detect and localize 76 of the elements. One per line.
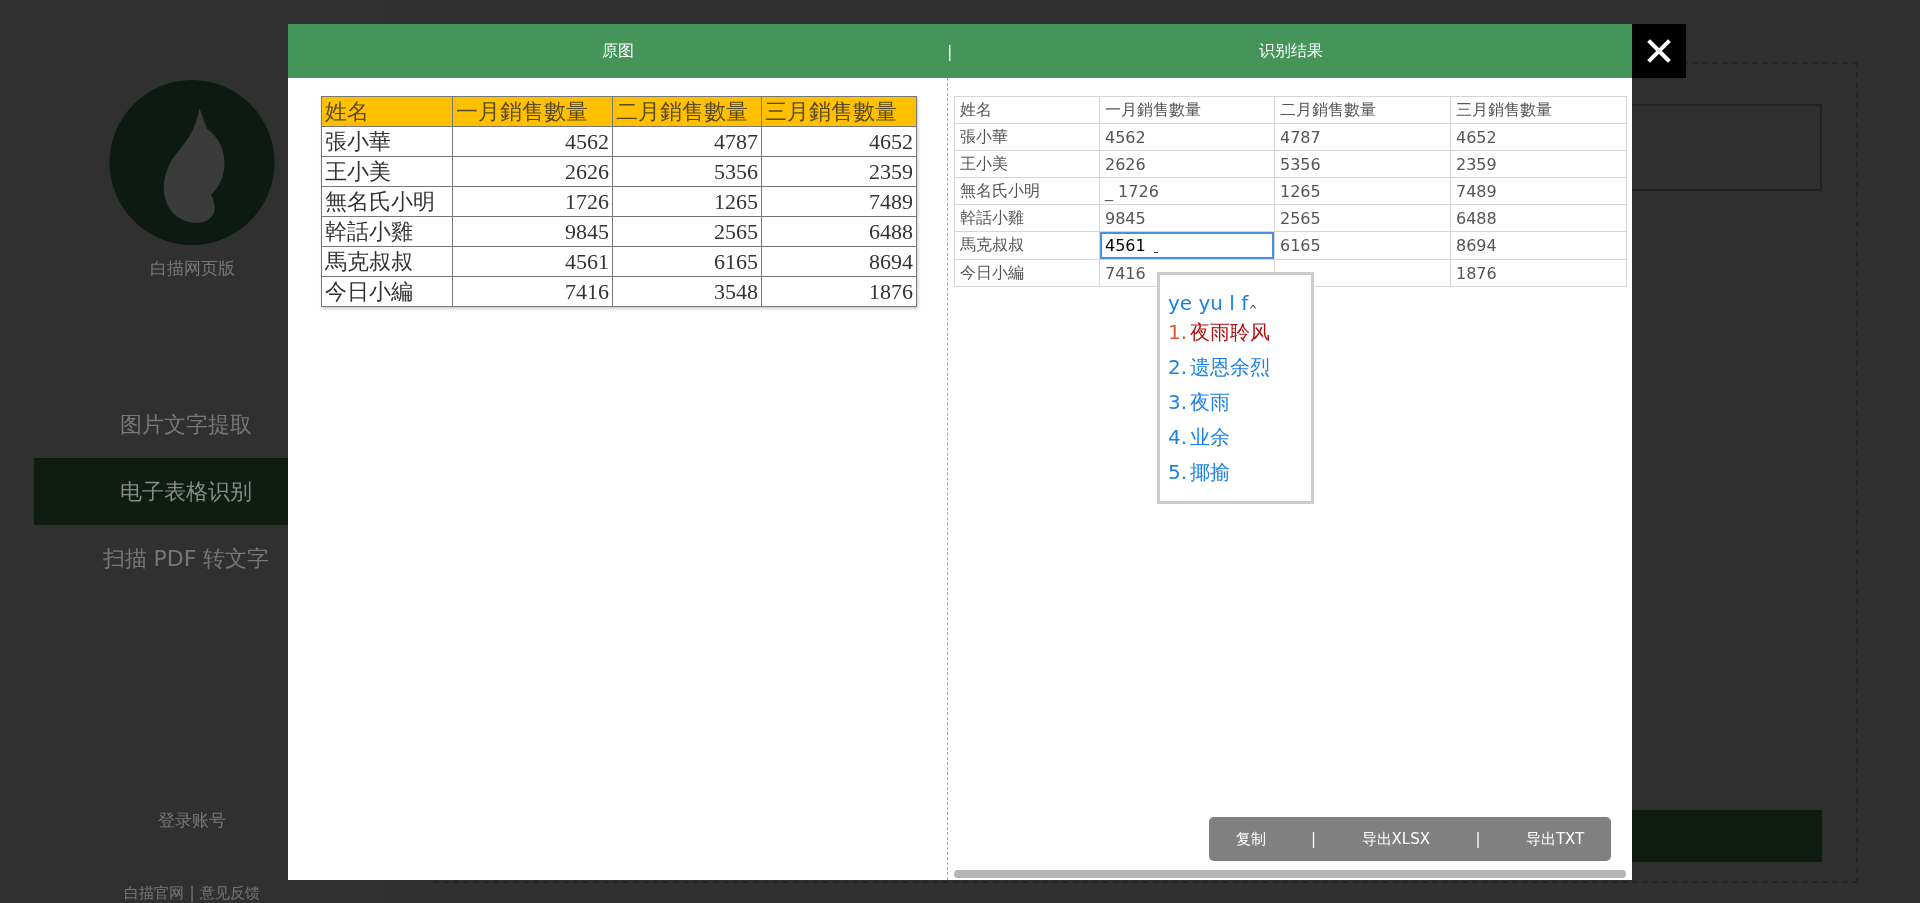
- header-cell: 三月銷售數量: [761, 96, 917, 127]
- separator: |: [1311, 830, 1317, 848]
- table-cell: 6488: [761, 216, 917, 247]
- table-cell: 1265: [612, 186, 762, 217]
- table-cell: 7489: [761, 186, 917, 217]
- header-cell: 一月銷售數量: [452, 96, 613, 127]
- table-cell[interactable]: _ 1726: [1099, 177, 1275, 205]
- ime-candidate[interactable]: 1.夜雨聆风: [1168, 315, 1311, 350]
- export-button[interactable]: 导出TXT: [1517, 825, 1593, 853]
- table-cell: 5356: [612, 156, 762, 187]
- table-cell: 王小美: [321, 156, 453, 187]
- table-cell[interactable]: 9845: [1099, 204, 1275, 232]
- export-button[interactable]: 复制: [1227, 825, 1274, 853]
- table-cell[interactable]: 2359: [1450, 150, 1627, 178]
- pane-title: 识别结果: [1258, 40, 1323, 60]
- table-cell[interactable]: 7489: [1450, 177, 1627, 205]
- ime-candidate[interactable]: 5.揶揄: [1168, 455, 1311, 490]
- app-name: 白描网页版: [149, 257, 235, 280]
- header-cell: 三月銷售數量: [1450, 96, 1627, 124]
- pane-title: 原图: [601, 40, 634, 60]
- table-cell[interactable]: 4652: [1450, 123, 1627, 151]
- close-icon: [1647, 39, 1671, 63]
- header-cell: 姓名: [954, 96, 1100, 124]
- table-cell: 無名氏小明: [321, 186, 453, 217]
- table-cell[interactable]: 1876: [1450, 259, 1627, 287]
- close-button[interactable]: [1632, 24, 1686, 78]
- table-cell[interactable]: 1265: [1274, 177, 1451, 205]
- table-cell[interactable]: 今日小編: [954, 259, 1100, 287]
- table-cell: 1876: [761, 276, 917, 307]
- table-cell[interactable]: 8694: [1450, 231, 1627, 260]
- header-cell: 二月銷售數量: [1274, 96, 1451, 124]
- header-cell: 一月銷售數量: [1099, 96, 1275, 124]
- ime-composition: ye yu l f: [1168, 291, 1249, 315]
- table-cell: 8694: [761, 246, 917, 277]
- ime-candidate[interactable]: 2.遗恩余烈: [1168, 350, 1311, 385]
- table-cell: 7416: [452, 276, 613, 307]
- table-cell[interactable]: 幹話小雞: [954, 204, 1100, 232]
- header-cell: 姓名: [321, 96, 453, 127]
- table-cell: 4562: [452, 126, 613, 157]
- ime-caret-icon: [1154, 252, 1158, 253]
- separator: |: [947, 41, 949, 61]
- table-cell: 4787: [612, 126, 762, 157]
- table-cell: 3548: [612, 276, 762, 307]
- table-cell[interactable]: 4562: [1099, 123, 1275, 151]
- table-cell[interactable]: 王小美: [954, 150, 1100, 178]
- table-cell: 幹話小雞: [321, 216, 453, 247]
- action-button[interactable]: [1630, 810, 1822, 862]
- table-cell: 2626: [452, 156, 613, 187]
- table-cell[interactable]: 張小華: [954, 123, 1100, 151]
- header-cell: 二月銷售數量: [612, 96, 762, 127]
- table-cell: 馬克叔叔: [321, 246, 453, 277]
- table-cell[interactable]: 2626: [1099, 150, 1275, 178]
- table-cell[interactable]: 馬克叔叔: [954, 231, 1100, 260]
- table-cell: 2565: [612, 216, 762, 247]
- ime-candidate[interactable]: 4.业余: [1168, 420, 1311, 455]
- separator: |: [1475, 830, 1481, 848]
- table-cell[interactable]: 無名氏小明: [954, 177, 1100, 205]
- table-cell: 4652: [761, 126, 917, 157]
- scrollbar[interactable]: [954, 870, 1626, 878]
- table-cell: 今日小編: [321, 276, 453, 307]
- separator: |: [189, 884, 195, 903]
- input-field[interactable]: 4561: [1100, 232, 1274, 259]
- table-cell[interactable]: 5356: [1274, 150, 1451, 178]
- table-cell: 6165: [612, 246, 762, 277]
- table-cell[interactable]: 6488: [1450, 204, 1627, 232]
- table-cell: 4561: [452, 246, 613, 277]
- export-button[interactable]: 导出XLSX: [1353, 825, 1438, 853]
- table-cell: 1726: [452, 186, 613, 217]
- table-cell: 2359: [761, 156, 917, 187]
- table-cell[interactable]: 4787: [1274, 123, 1451, 151]
- table-cell[interactable]: 2565: [1274, 204, 1451, 232]
- table-cell[interactable]: 6165: [1274, 231, 1451, 260]
- ime-candidate[interactable]: 3.夜雨: [1168, 385, 1311, 420]
- cursor-icon: [1250, 304, 1257, 309]
- table-cell: 張小華: [321, 126, 453, 157]
- table-cell: 9845: [452, 216, 613, 247]
